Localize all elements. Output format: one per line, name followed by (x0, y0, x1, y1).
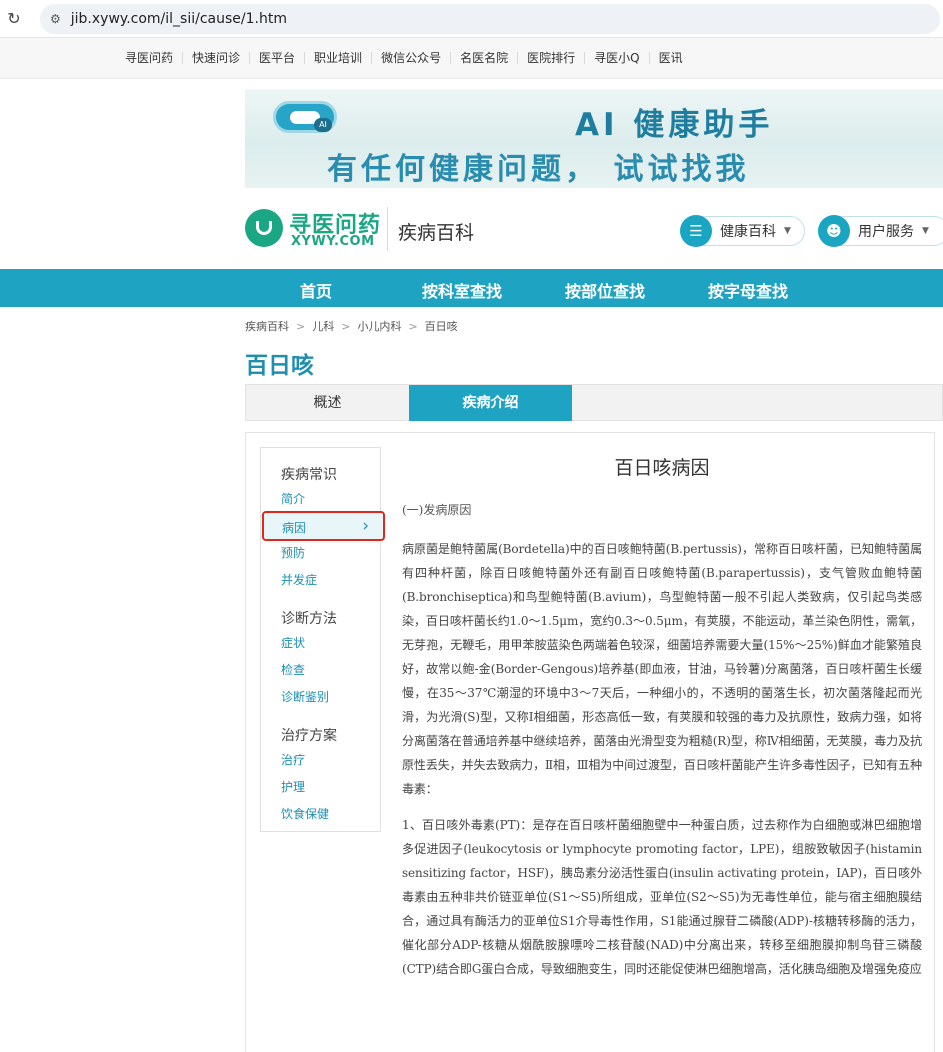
user-btn-label: 用户服务 (858, 224, 914, 240)
page-title: 百日咳 (245, 353, 314, 379)
user-service-dropdown[interactable]: ☻ 用户服务 ▼ (818, 215, 943, 247)
tab-disease-intro[interactable]: 疾病介绍 (409, 385, 572, 421)
sidenav-item-cause[interactable]: 病因 › (262, 511, 385, 541)
health-encyclopedia-dropdown[interactable]: ☰ 健康百科 ▼ (680, 215, 805, 247)
site-settings-icon[interactable]: ⚙ (50, 12, 61, 26)
breadcrumb-item[interactable]: 儿科 (312, 320, 334, 333)
sidenav-item-complications[interactable]: 并发症 (281, 571, 317, 588)
sidenav-item-diagnosis[interactable]: 诊断鉴别 (281, 688, 329, 705)
top-link[interactable]: 微信公众号 (372, 52, 452, 64)
sidenav-item-intro[interactable]: 简介 (281, 490, 305, 507)
sidenav-group-title: 治疗方案 (281, 728, 337, 744)
article: 百日咳病因 (一)发病原因 病原菌是鲍特菌属(Bordetella)中的百日咳鲍… (402, 453, 922, 993)
breadcrumb-item[interactable]: 疾病百科 (245, 320, 289, 333)
sidenav-item-label: 病因 (282, 521, 307, 535)
tab-bar: 概述 疾病介绍 (245, 384, 943, 421)
main-nav: 首页 按科室查找 按部位查找 按字母查找 (0, 269, 943, 307)
sidenav-item-treatment[interactable]: 治疗 (281, 751, 305, 768)
chevron-right-icon: › (362, 516, 369, 536)
sidenav-group-title: 诊断方法 (281, 611, 337, 627)
article-paragraph: 1、百日咳外毒素(PT)：是存在百日咳杆菌细胞壁中一种蛋白质，过去称作为白细胞或… (402, 818, 922, 976)
site-header: 寻医问药 XYWY.COM 疾病百科 ☰ 健康百科 ▼ ☻ 用户服务 ▼ (245, 205, 943, 257)
logo-domain: XYWY.COM (291, 234, 375, 249)
top-link[interactable]: 医平台 (250, 52, 306, 64)
breadcrumb-separator-icon: > (408, 320, 418, 333)
sidenav-item-examination[interactable]: 检查 (281, 661, 305, 678)
top-link[interactable]: 医讯 (650, 52, 692, 64)
ai-badge: AI (314, 118, 332, 132)
ai-assistant-banner[interactable]: AI AI 健康助手 有任何健康问题， 试试找我 (245, 89, 943, 188)
top-link[interactable]: 名医名院 (451, 52, 519, 64)
banner-headline: AI 健康助手 (575, 107, 774, 143)
breadcrumb-separator-icon: > (341, 320, 351, 333)
sidenav-group-title: 疾病常识 (281, 467, 337, 483)
address-bar[interactable]: ⚙ jib.xywy.com/il_sii/cause/1.htm (40, 3, 940, 34)
chevron-down-icon: ▼ (922, 226, 929, 236)
top-link[interactable]: 寻医问药 (116, 52, 184, 64)
site-name: 疾病百科 (398, 222, 475, 244)
chevron-down-icon: ▼ (784, 226, 791, 236)
browser-toolbar: ↻ ⚙ jib.xywy.com/il_sii/cause/1.htm (0, 0, 943, 38)
top-link[interactable]: 快速问诊 (183, 52, 251, 64)
article-subtitle: (一)发病原因 (402, 503, 472, 517)
breadcrumb-item[interactable]: 百日咳 (425, 320, 458, 333)
sidenav-item-prevention[interactable]: 预防 (281, 544, 305, 561)
list-icon: ☰ (680, 215, 712, 247)
ai-robot-icon: AI (273, 101, 337, 133)
url-text: jib.xywy.com/il_sii/cause/1.htm (70, 10, 287, 27)
nav-by-department[interactable]: 按科室查找 (422, 278, 502, 302)
tab-overview[interactable]: 概述 (246, 385, 409, 421)
content-frame: 疾病常识 简介 病因 › 预防 并发症 诊断方法 症状 检查 诊断鉴别 治疗方案… (245, 432, 935, 1052)
top-link[interactable]: 寻医小Q (585, 52, 650, 64)
breadcrumb: 疾病百科 > 儿科 > 小儿内科 > 百日咳 (245, 318, 458, 334)
breadcrumb-separator-icon: > (296, 320, 306, 333)
article-paragraph: 病原菌是鲍特菌属(Bordetella)中的百日咳鲍特菌(B.pertussis… (402, 542, 922, 796)
divider (387, 207, 388, 251)
health-btn-label: 健康百科 (720, 224, 776, 240)
banner-tagline: 有任何健康问题， 试试找我 (327, 152, 750, 187)
top-link[interactable]: 医院排行 (518, 52, 586, 64)
side-nav: 疾病常识 简介 病因 › 预防 并发症 诊断方法 症状 检查 诊断鉴别 治疗方案… (260, 447, 385, 832)
reload-icon[interactable]: ↻ (0, 9, 28, 28)
nav-by-body-part[interactable]: 按部位查找 (565, 278, 645, 302)
top-link[interactable]: 职业培训 (305, 52, 373, 64)
sidenav-item-symptoms[interactable]: 症状 (281, 634, 305, 651)
sidenav-item-diet[interactable]: 饮食保健 (281, 805, 329, 822)
user-icon: ☻ (818, 215, 850, 247)
sidenav-item-nursing[interactable]: 护理 (281, 778, 305, 795)
xywy-logo-icon[interactable] (245, 209, 283, 247)
nav-by-letter[interactable]: 按字母查找 (708, 278, 788, 302)
top-links-bar: 寻医问药 快速问诊 医平台 职业培训 微信公众号 名医名院 医院排行 寻医小Q … (0, 38, 943, 79)
nav-home[interactable]: 首页 (300, 278, 332, 302)
article-title: 百日咳病因 (614, 457, 710, 479)
breadcrumb-item[interactable]: 小儿内科 (357, 320, 401, 333)
